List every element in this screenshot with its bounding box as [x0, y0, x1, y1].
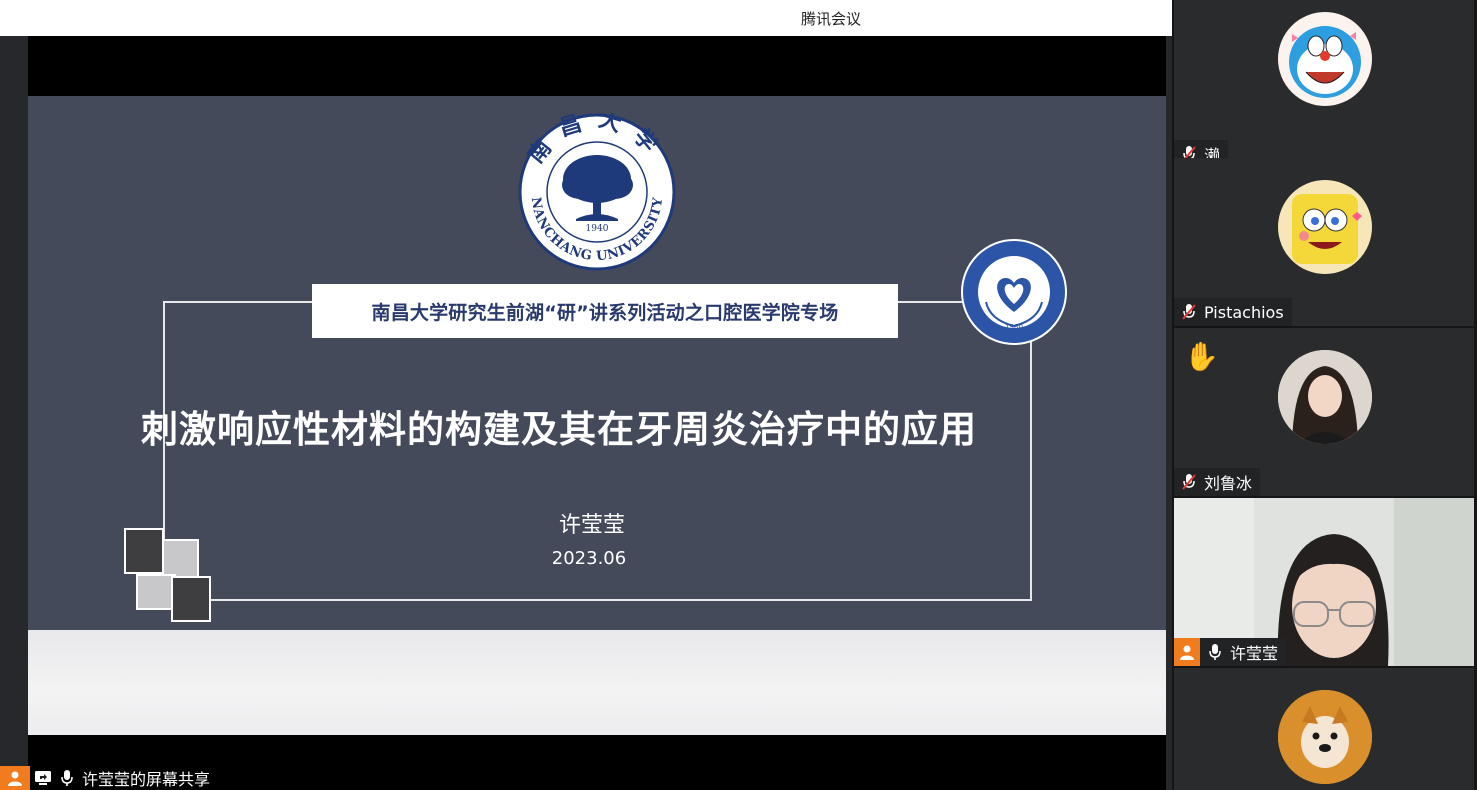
mic-muted-icon: [1180, 303, 1198, 321]
participant-tile[interactable]: ✋ 刘鲁冰: [1174, 328, 1474, 496]
deco-square: [171, 576, 211, 622]
participant-tile[interactable]: [1174, 668, 1474, 790]
letterbox-top: [28, 36, 1166, 96]
spongebob-avatar: [1278, 180, 1372, 274]
mic-muted-icon: [1180, 473, 1198, 491]
slide-presenter: 许莹莹: [28, 507, 1166, 539]
meeting-window: 腾讯会议 1940 NANCHANG UNIVERSITY 南昌大学 1980 …: [0, 0, 1477, 790]
event-banner-text: 南昌大学研究生前湖“研”讲系列活动之口腔医学院专场: [371, 301, 839, 324]
participant-name: 刘鲁冰: [1204, 474, 1253, 493]
participant-name-tag: Pistachios: [1174, 298, 1292, 326]
participant-name-tag: 许莹莹: [1174, 638, 1287, 666]
slide-footer-band: [28, 630, 1166, 735]
person-avatar: [1278, 350, 1372, 444]
microphone-icon: [1206, 643, 1224, 661]
slide-date-text: 2023.06: [551, 548, 627, 569]
event-banner: 南昌大学研究生前湖“研”讲系列活动之口腔医学院专场: [312, 284, 898, 338]
raised-hand-icon: ✋: [1184, 340, 1219, 373]
participant-video-tile[interactable]: 许莹莹: [1174, 498, 1474, 666]
user-icon: [0, 766, 30, 790]
screen-share-status[interactable]: 许莹莹的屏幕共享: [0, 766, 210, 790]
screen-share-label: 许莹莹的屏幕共享: [82, 770, 211, 789]
participant-tile[interactable]: Pistachios: [1174, 158, 1474, 326]
deco-square: [124, 528, 164, 574]
deco-square: [136, 574, 176, 610]
dental-school-logo: 1980: [961, 239, 1067, 345]
participant-name: Pistachios: [1204, 302, 1284, 322]
participant-name: 许莹莹: [1230, 644, 1279, 663]
nanchang-university-logo: 1940 NANCHANG UNIVERSITY 南昌大学: [518, 113, 676, 271]
host-icon: [1174, 638, 1200, 666]
microphone-icon: [56, 766, 78, 790]
nchu-year: 1940: [586, 224, 609, 234]
participant-panel: 濑 Pistachios ✋ 刘鲁冰 许莹莹: [1172, 0, 1477, 790]
participant-tile[interactable]: 濑: [1174, 0, 1474, 168]
screen-share-icon: [32, 766, 54, 790]
presentation-slide: 1940 NANCHANG UNIVERSITY 南昌大学 1980 南昌大学研…: [28, 96, 1166, 735]
presenter-name: 许莹莹: [558, 513, 625, 538]
dental-year: 1980: [1005, 323, 1023, 331]
dog-avatar: [1278, 690, 1372, 784]
slide-title: 刺激响应性材料的构建及其在牙周炎治疗中的应用: [141, 408, 977, 451]
doraemon-avatar: [1278, 12, 1372, 106]
participant-name-tag: 刘鲁冰: [1174, 468, 1261, 496]
title-bar[interactable]: 腾讯会议: [0, 0, 1172, 36]
